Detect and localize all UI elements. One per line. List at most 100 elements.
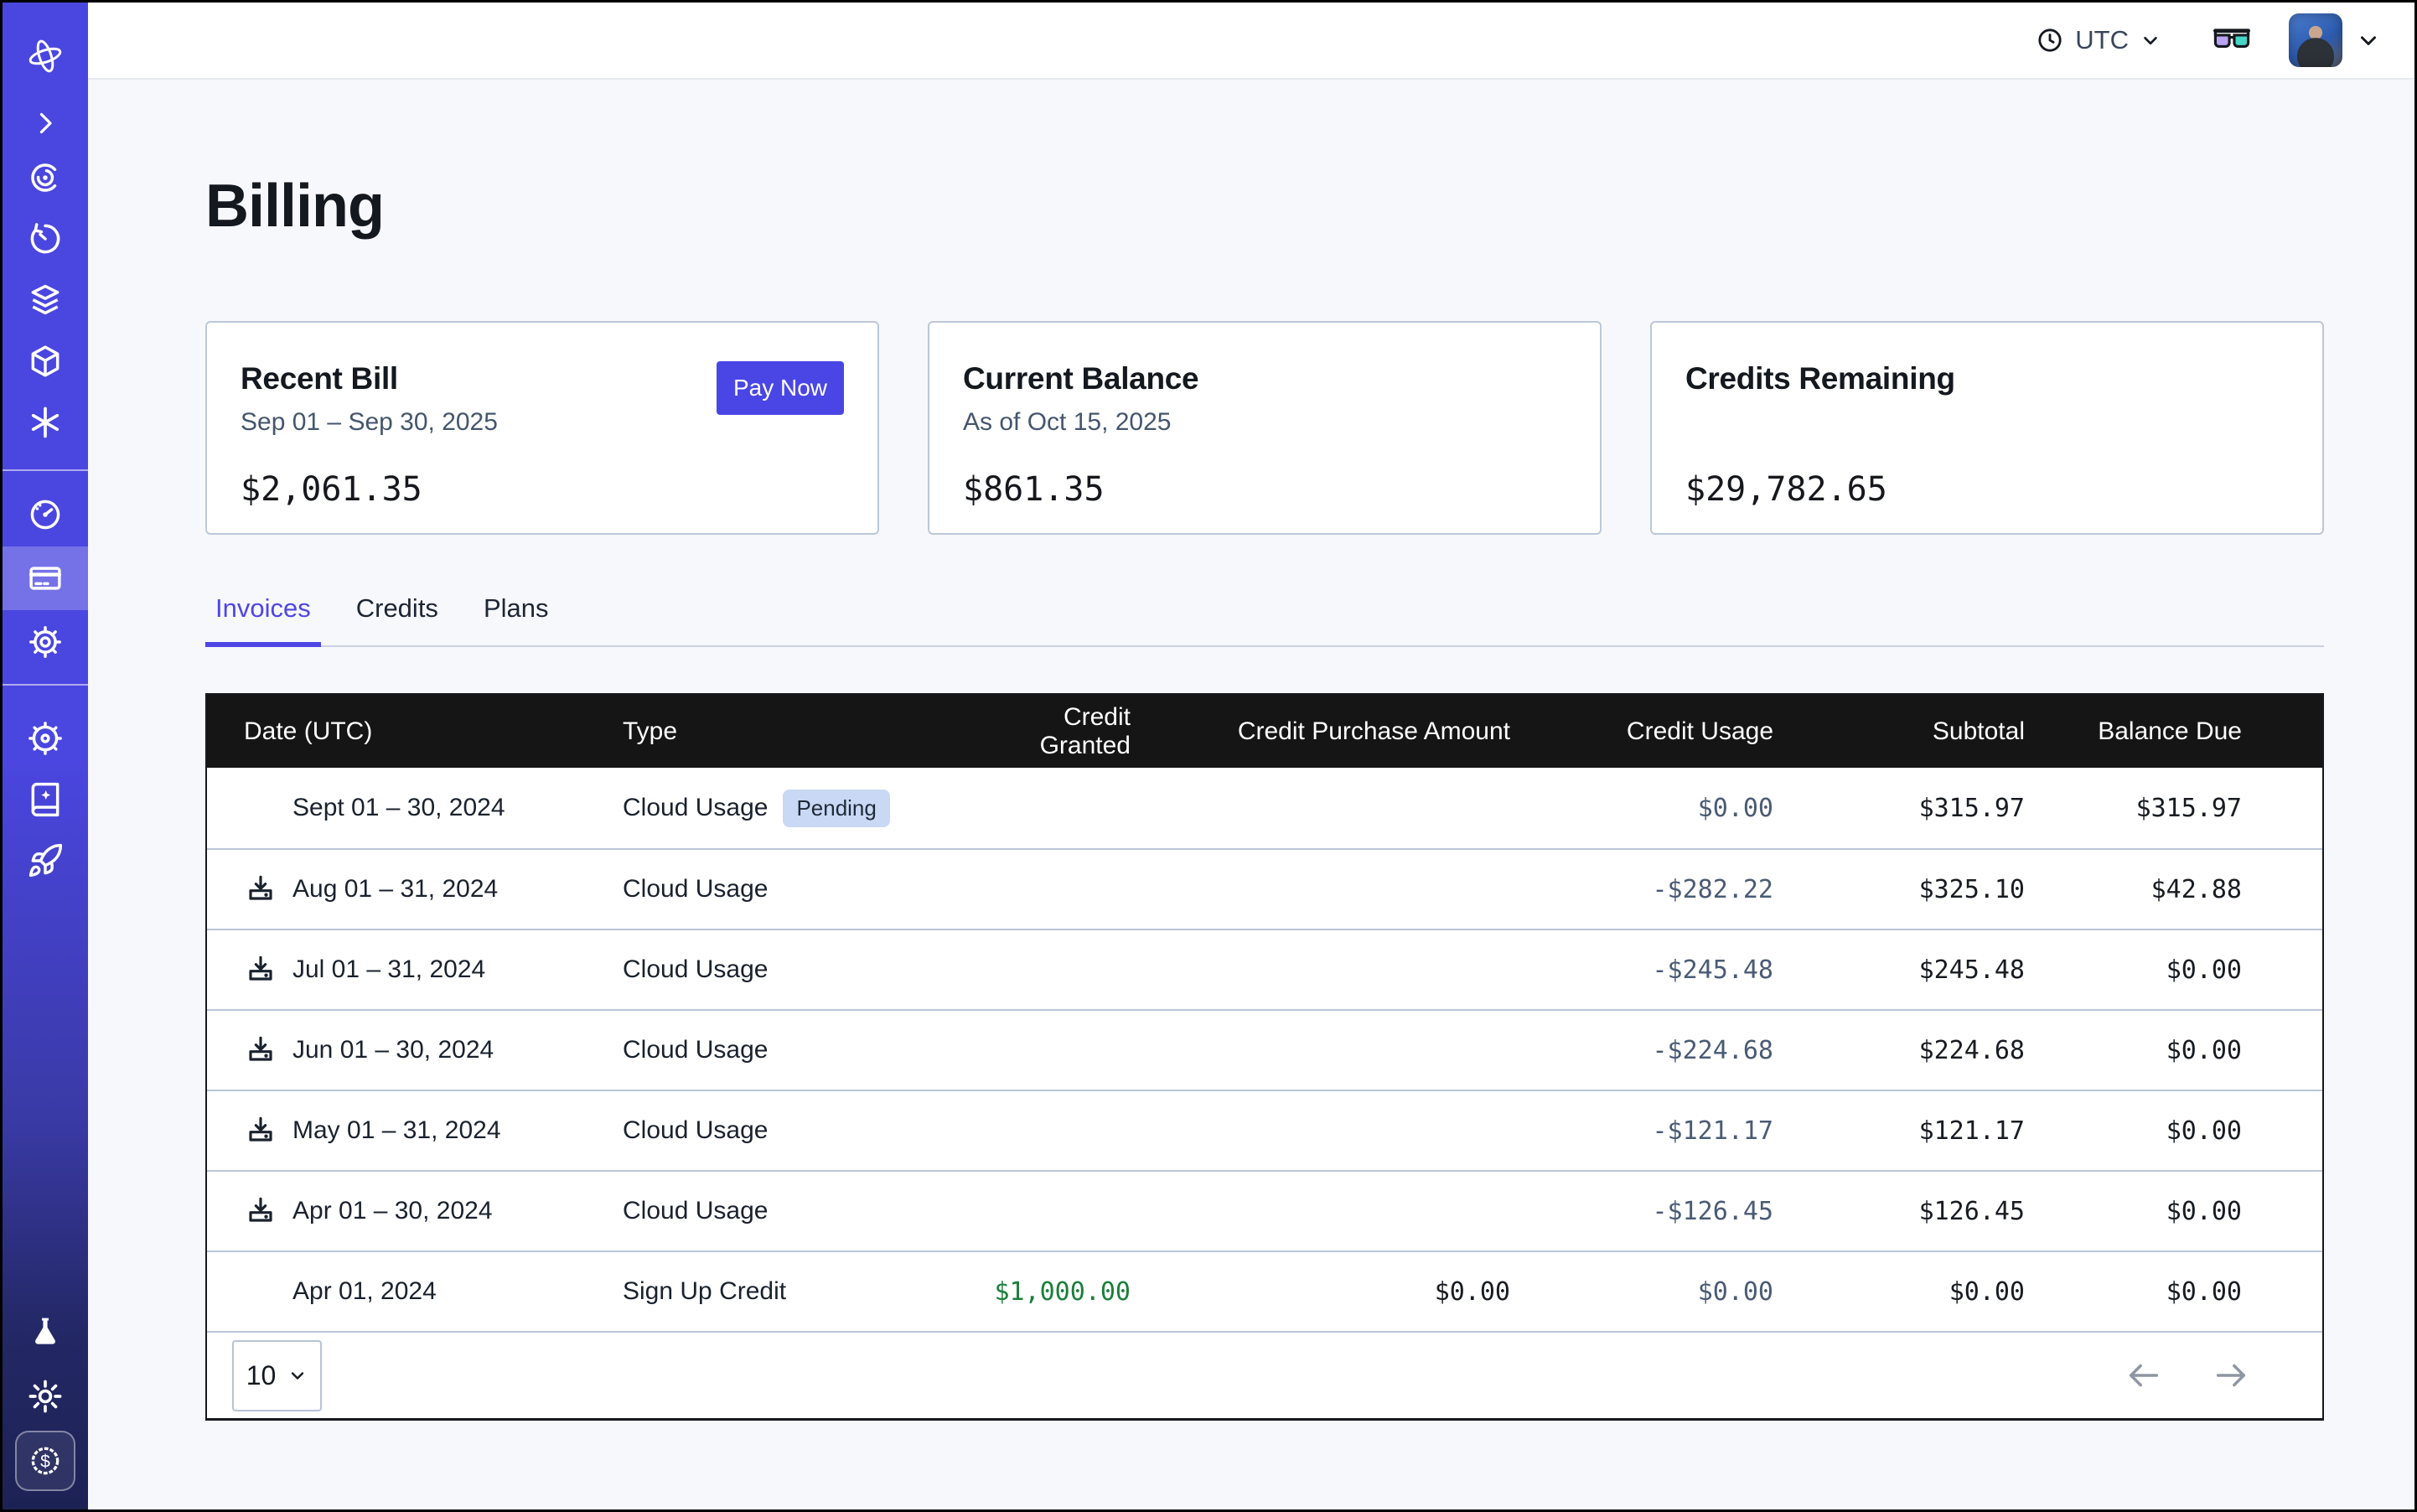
balance-due-value: $315.97 bbox=[2053, 794, 2322, 823]
credit-usage-value: -$121.17 bbox=[1539, 1116, 1802, 1146]
sidebar-item-theme[interactable] bbox=[3, 1367, 88, 1426]
tab-credits[interactable]: Credits bbox=[346, 593, 448, 645]
sidebar-item-labs[interactable] bbox=[3, 1303, 88, 1362]
summary-cards: Recent Bill Sep 01 – Sep 30, 2025 $2,061… bbox=[205, 321, 2324, 535]
previous-page-button[interactable] bbox=[2125, 1356, 2163, 1395]
table-body: Sept 01 – 30, 2024 Cloud Usage Pending $… bbox=[207, 768, 2322, 1331]
card-amount: $861.35 bbox=[963, 470, 1566, 509]
3d-glasses-icon bbox=[2212, 28, 2252, 53]
chevron-down-icon bbox=[287, 1365, 308, 1385]
table-row: Jul 01 – 31, 2024 Cloud Usage -$245.48 $… bbox=[207, 929, 2322, 1009]
table-header: Date (UTC) Type Credit Granted Credit Pu… bbox=[207, 695, 2322, 768]
invoice-date: Sept 01 – 30, 2024 bbox=[292, 794, 505, 822]
balance-due-value: $0.00 bbox=[2053, 1277, 2322, 1307]
account-menu-button[interactable] bbox=[2356, 28, 2381, 53]
history-icon bbox=[27, 220, 64, 257]
sidebar-item-containers[interactable] bbox=[3, 330, 88, 391]
pay-now-button[interactable]: Pay Now bbox=[717, 361, 844, 415]
invoice-type: Sign Up Credit bbox=[623, 1277, 786, 1306]
rocket-icon bbox=[27, 842, 64, 879]
sidebar-item-live-view[interactable] bbox=[3, 147, 88, 208]
credit-usage-value: -$245.48 bbox=[1539, 955, 1802, 985]
subtotal-value: $224.68 bbox=[1802, 1036, 2053, 1065]
page-size-select[interactable]: 10 bbox=[232, 1340, 322, 1411]
download-invoice-button[interactable] bbox=[244, 873, 277, 906]
helm-icon bbox=[27, 720, 64, 757]
asterisk-icon bbox=[27, 404, 64, 441]
current-balance-card: Current Balance As of Oct 15, 2025 $861.… bbox=[928, 321, 1602, 535]
sidebar-item-support[interactable] bbox=[3, 707, 88, 769]
invoice-type: Cloud Usage bbox=[623, 875, 768, 904]
subtotal-value: $121.17 bbox=[1802, 1116, 2053, 1146]
subtotal-value: $126.45 bbox=[1802, 1197, 2053, 1226]
balance-due-value: $0.00 bbox=[2053, 1197, 2322, 1226]
download-invoice-button[interactable] bbox=[244, 1194, 277, 1228]
sidebar-item-onboarding[interactable] bbox=[3, 830, 88, 891]
table-row: Aug 01 – 31, 2024 Cloud Usage -$282.22 $… bbox=[207, 848, 2322, 929]
table-row: Apr 01 – 30, 2024 Cloud Usage -$126.45 $… bbox=[207, 1170, 2322, 1251]
view-mode-button[interactable] bbox=[2212, 28, 2252, 53]
balance-due-value: $42.88 bbox=[2053, 875, 2322, 904]
column-header: Type bbox=[599, 717, 975, 746]
credit-usage-value: $0.00 bbox=[1539, 1277, 1802, 1307]
invoice-type: Cloud Usage bbox=[623, 955, 768, 984]
svg-text:$: $ bbox=[40, 1452, 50, 1472]
live-view-icon bbox=[27, 159, 64, 196]
pagination-arrows bbox=[2125, 1356, 2250, 1395]
tab-plans[interactable]: Plans bbox=[474, 593, 559, 645]
chevron-down-icon bbox=[2140, 29, 2161, 51]
sidebar-item-billing[interactable] bbox=[3, 546, 88, 610]
sidebar: $ bbox=[3, 3, 88, 1509]
gear-icon bbox=[27, 624, 64, 660]
card-title: Current Balance bbox=[963, 361, 1566, 396]
invoice-date: Apr 01 – 30, 2024 bbox=[292, 1197, 493, 1225]
flask-icon bbox=[27, 1314, 64, 1351]
sidebar-divider bbox=[3, 684, 88, 686]
sidebar-item-docs[interactable] bbox=[3, 769, 88, 830]
download-invoice-button[interactable] bbox=[244, 1114, 277, 1147]
chevron-right-icon bbox=[30, 108, 60, 138]
table-row: Sept 01 – 30, 2024 Cloud Usage Pending $… bbox=[207, 768, 2322, 848]
subtotal-value: $0.00 bbox=[1802, 1277, 2053, 1307]
download-invoice-button[interactable] bbox=[244, 953, 277, 986]
sidebar-item-history[interactable] bbox=[3, 208, 88, 269]
next-page-button[interactable] bbox=[2212, 1356, 2250, 1395]
upgrade-plan-button[interactable]: $ bbox=[15, 1431, 75, 1491]
column-header: Credit Purchase Amount bbox=[1159, 717, 1539, 746]
chevron-down-icon bbox=[2356, 28, 2381, 53]
invoice-date: May 01 – 31, 2024 bbox=[292, 1116, 501, 1145]
table-row: May 01 – 31, 2024 Cloud Usage -$121.17 $… bbox=[207, 1090, 2322, 1170]
avatar[interactable] bbox=[2289, 13, 2342, 67]
sidebar-item-layers[interactable] bbox=[3, 269, 88, 330]
sidebar-item-logo[interactable] bbox=[3, 33, 88, 80]
recent-bill-card: Recent Bill Sep 01 – Sep 30, 2025 $2,061… bbox=[205, 321, 879, 535]
balance-due-value: $0.00 bbox=[2053, 1036, 2322, 1065]
invoice-type: Cloud Usage bbox=[623, 794, 768, 822]
card-title: Credits Remaining bbox=[1685, 361, 2289, 396]
card-amount: $29,782.65 bbox=[1685, 470, 2289, 509]
invoice-type: Cloud Usage bbox=[623, 1197, 768, 1225]
credit-usage-value: -$224.68 bbox=[1539, 1036, 1802, 1065]
invoice-date: Apr 01, 2024 bbox=[292, 1277, 437, 1306]
status-badge: Pending bbox=[783, 790, 889, 827]
subtotal-value: $245.48 bbox=[1802, 955, 2053, 985]
column-header: Date (UTC) bbox=[207, 717, 599, 746]
main-content: Billing Recent Bill Sep 01 – Sep 30, 202… bbox=[88, 80, 2414, 1509]
credits-remaining-card: Credits Remaining $29,782.65 bbox=[1650, 321, 2324, 535]
layers-icon bbox=[27, 282, 64, 318]
table-pagination: 10 bbox=[207, 1331, 2322, 1418]
download-invoice-button[interactable] bbox=[244, 1033, 277, 1067]
sidebar-item-functions[interactable] bbox=[3, 391, 88, 453]
table-row: Jun 01 – 30, 2024 Cloud Usage -$224.68 $… bbox=[207, 1009, 2322, 1090]
billing-tabs: Invoices Credits Plans bbox=[205, 593, 2324, 647]
card-subtitle: As of Oct 15, 2025 bbox=[963, 408, 1566, 438]
clock-icon bbox=[2036, 26, 2064, 54]
sidebar-item-settings[interactable] bbox=[3, 610, 88, 674]
sidebar-item-usage[interactable] bbox=[3, 483, 88, 546]
card-subtitle bbox=[1685, 408, 2289, 438]
column-header: Subtotal bbox=[1802, 717, 2053, 746]
subtotal-value: $315.97 bbox=[1802, 794, 2053, 823]
sidebar-item-collapse[interactable] bbox=[3, 100, 88, 147]
timezone-selector[interactable]: UTC bbox=[2036, 25, 2161, 55]
tab-invoices[interactable]: Invoices bbox=[205, 593, 321, 645]
